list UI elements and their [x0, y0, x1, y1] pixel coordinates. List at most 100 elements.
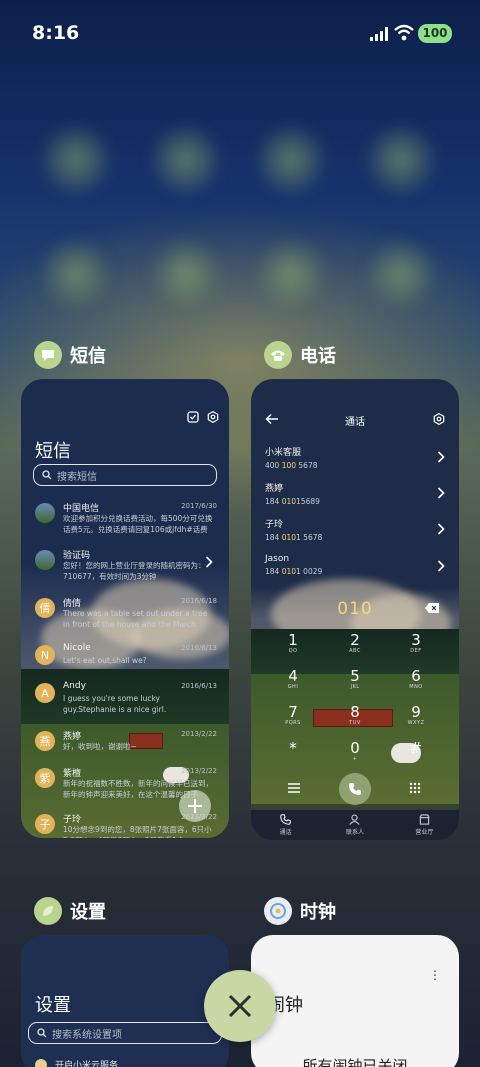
chevron-right-icon [437, 523, 445, 535]
dial-key[interactable]: 3 DEF [396, 632, 436, 666]
chevron-right-icon [437, 487, 445, 499]
settings-app-icon [34, 897, 62, 925]
settings-row-label: 开启小米云服务 [55, 1061, 119, 1067]
settings-search-input[interactable]: 搜索系统设置项 [28, 1022, 222, 1044]
contact-name: 子玲 [265, 520, 284, 530]
contact-number: 184 01015689 [265, 497, 320, 506]
tab-label: 营业厅 [415, 829, 434, 836]
sms-search-input[interactable]: 搜索短信 [33, 464, 217, 486]
more-icon[interactable]: ⋮ [429, 968, 441, 982]
recent-card-phone[interactable]: 通话 小米客服 400 100 5678 燕婷 184 01015689 子玲 … [251, 379, 459, 840]
app-header-settings[interactable]: 设置 [34, 896, 106, 926]
app-name-phone: 电话 [300, 346, 336, 367]
wifi-icon [394, 24, 414, 41]
contact-item[interactable]: 子玲 184 0101 5678 [265, 517, 445, 545]
tab-store[interactable]: 营业厅 [390, 810, 459, 840]
message-date: 2016/6/18 [181, 597, 217, 605]
dial-key[interactable]: 0 + [335, 740, 375, 774]
tab-contacts[interactable]: 联系人 [320, 810, 389, 840]
dial-key[interactable]: # [396, 740, 436, 774]
dial-key[interactable]: 8 TUV [335, 704, 375, 738]
sms-title: 短信 [35, 441, 71, 462]
message-date: 2016/6/13 [181, 644, 217, 652]
contact-name: 燕婷 [265, 484, 284, 494]
message-preview: I guess you're some lucky guy.Stephanie … [63, 694, 167, 714]
dial-key[interactable]: 4 GHI [273, 668, 313, 702]
keypad-icon[interactable] [409, 782, 421, 794]
dial-key[interactable]: 2 ABC [335, 632, 375, 666]
phone-icon [280, 814, 291, 825]
menu-icon[interactable] [287, 782, 301, 794]
recent-card-settings[interactable]: 设置 搜索系统设置项 开启小米云服务 [21, 935, 229, 1067]
avatar: 紫 [35, 768, 55, 788]
new-message-button[interactable] [179, 790, 211, 822]
message-sender: Nicole [63, 643, 91, 653]
app-header-sms[interactable]: 短信 [34, 340, 106, 370]
tab-calls[interactable]: 通话 [251, 810, 320, 840]
phone-bottom-nav: 通话 联系人 营业厅 [251, 810, 459, 840]
contact-item[interactable]: Jason 184 0101 0029 [265, 554, 445, 582]
app-name-settings: 设置 [70, 902, 106, 923]
message-preview: 您好！您的网上营业厅登录的随机密码为：710677，有效时间为3分钟 [63, 561, 206, 581]
clear-all-button[interactable] [204, 970, 276, 1042]
dial-key[interactable]: 6 MNO [396, 668, 436, 702]
message-preview: Let's eat out,shall we? [63, 656, 147, 665]
cloud-icon [35, 1058, 47, 1067]
call-button[interactable] [339, 773, 371, 805]
chevron-right-icon [205, 556, 213, 568]
avatar: 燕 [35, 731, 55, 751]
contact-item[interactable]: 小米客服 400 100 5678 [265, 445, 445, 473]
avatar: 倩 [35, 598, 55, 618]
settings-row[interactable]: 开启小米云服务 [35, 1058, 118, 1067]
message-item[interactable]: 中国电信 2017/6/30 欢迎参加积分兑换话费活动，每500分可兑换话费5元… [35, 501, 217, 541]
sms-search-placeholder: 搜索短信 [57, 471, 97, 483]
recent-card-clock[interactable]: ⋮ 闹钟 所有闹钟已关闭 [251, 935, 459, 1067]
status-bar: 8:16 100 [0, 0, 480, 68]
app-name-clock: 时钟 [300, 902, 336, 923]
gear-icon[interactable] [207, 411, 219, 423]
message-item[interactable]: 验证码 您好！您的网上营业厅登录的随机密码为：710677，有效时间为3分钟 [35, 548, 217, 588]
avatar: A [35, 683, 55, 703]
settings-title: 设置 [35, 995, 71, 1016]
person-icon [349, 814, 361, 825]
app-name-sms: 短信 [70, 346, 106, 367]
contact-name: 小米客服 [265, 448, 302, 458]
close-icon [228, 994, 252, 1018]
dial-key[interactable]: 5 JKL [335, 668, 375, 702]
dial-key[interactable]: 1 QO [273, 632, 313, 666]
message-preview: 欢迎参加积分兑换话费活动，每500分可兑换话费5元。兑换话费请回复106或jfd… [63, 514, 213, 534]
clock-app-icon [264, 897, 292, 925]
message-date: 2013/2/22 [181, 730, 217, 738]
phone-icon [349, 783, 361, 795]
dial-key[interactable]: * [273, 740, 313, 774]
app-header-phone[interactable]: 电话 [264, 340, 336, 370]
recent-card-sms[interactable]: 短信 搜索短信 中国电信 2017/6/30 欢迎参加积分兑换话费活动，每500… [21, 379, 229, 838]
message-date: 2013/2/22 [181, 767, 217, 775]
dial-key[interactable]: 7 PQRS [273, 704, 313, 738]
chevron-right-icon [437, 560, 445, 572]
message-item[interactable]: 倩 倩倩 2016/6/18 There was a table set out… [35, 596, 217, 636]
signal-icon [370, 27, 388, 41]
backspace-icon[interactable] [425, 603, 439, 613]
sms-app-icon [34, 341, 62, 369]
settings-search-placeholder: 搜索系统设置项 [52, 1029, 122, 1041]
tab-label: 通话 [279, 829, 292, 836]
plus-icon [188, 799, 202, 813]
contact-number: 184 0101 5678 [265, 533, 323, 542]
avatar: N [35, 645, 55, 665]
app-header-clock[interactable]: 时钟 [264, 896, 336, 926]
store-icon [419, 814, 430, 825]
contact-number: 184 0101 0029 [265, 567, 323, 576]
contact-item[interactable]: 燕婷 184 01015689 [265, 481, 445, 509]
avatar [35, 550, 55, 570]
gear-icon[interactable] [433, 413, 445, 425]
avatar: 子 [35, 814, 55, 834]
select-icon[interactable] [187, 411, 199, 423]
message-item[interactable]: 燕 燕婷 2013/2/22 好，收到啦，谢谢啦~ [35, 729, 217, 769]
message-preview: 好，收到啦，谢谢啦~ [63, 742, 137, 751]
dial-key[interactable]: 9 WXYZ [396, 704, 436, 738]
message-item[interactable]: A Andy 2016/6/13 I guess you're some luc… [35, 681, 217, 721]
message-sender: Andy [63, 681, 86, 691]
search-icon [42, 470, 52, 480]
message-item[interactable]: N Nicole 2016/6/13 Let's eat out,shall w… [35, 643, 217, 683]
